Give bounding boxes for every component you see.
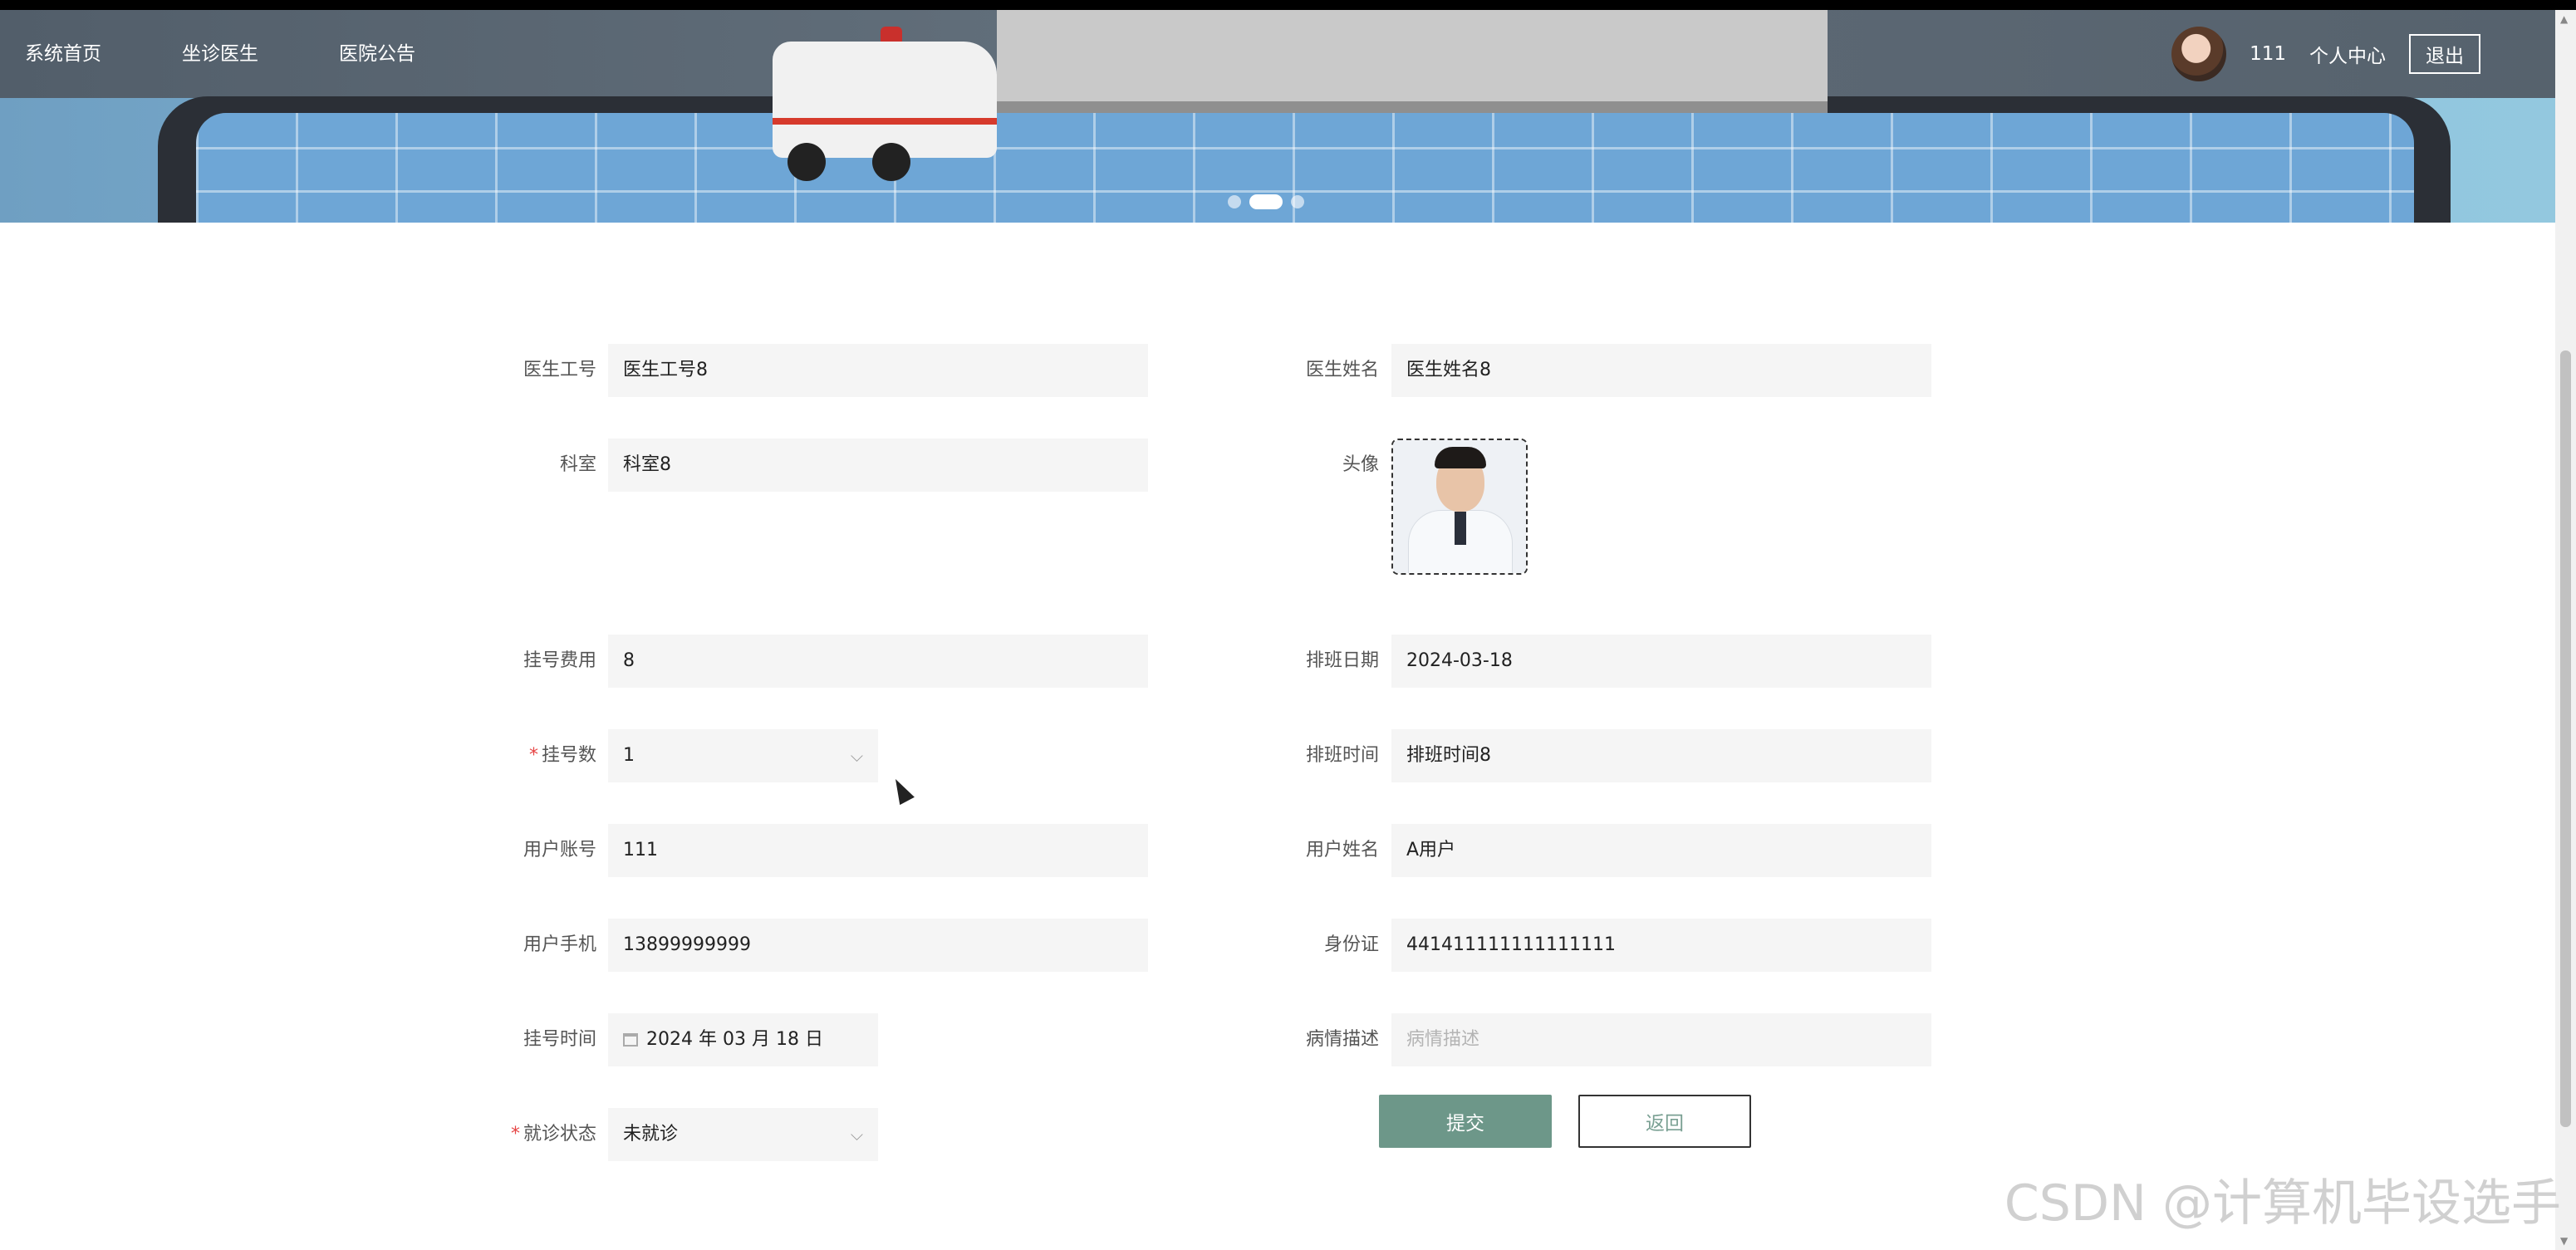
field-label: 科室 — [559, 454, 596, 475]
field-label: 病情描述 — [1305, 1029, 1379, 1050]
scroll-up-icon[interactable]: ▲ — [2560, 13, 2568, 25]
field-label: 医生姓名 — [1305, 360, 1379, 380]
required-mark: * — [528, 745, 538, 766]
field-label-required: * 挂号数 — [528, 745, 596, 766]
field-label: 身份证 — [1323, 934, 1379, 955]
field-label: 用户姓名 — [1305, 840, 1379, 860]
watermark: CSDN @计算机毕设选手 — [2004, 1174, 2561, 1233]
calendar-icon — [623, 1033, 638, 1047]
doctor-avatar-photo[interactable] — [1391, 439, 1528, 575]
registration-fee-field[interactable]: 8 — [608, 635, 1148, 688]
page-scrollbar[interactable]: ▲ ▼ — [2555, 10, 2576, 1250]
doctor-name-field[interactable]: 医生姓名8 — [1391, 344, 1931, 397]
scroll-down-icon[interactable]: ▼ — [2560, 1235, 2568, 1247]
field-label: 排班日期 — [1305, 650, 1379, 671]
field-label: 用户账号 — [523, 840, 596, 860]
user-name-field[interactable]: A用户 — [1391, 824, 1931, 877]
schedule-time-field[interactable]: 排班时间8 — [1391, 729, 1931, 782]
field-label: 挂号时间 — [523, 1029, 596, 1050]
field-label: 挂号费用 — [523, 650, 596, 671]
field-label: 医生工号 — [523, 360, 596, 380]
schedule-date-field[interactable]: 2024-03-18 — [1391, 635, 1931, 688]
field-label: 排班时间 — [1305, 745, 1379, 766]
id-card-field[interactable]: 441411111111111111 — [1391, 919, 1931, 972]
registration-form: 医生工号 医生工号8 医生姓名 医生姓名8 科室 科室8 头像 挂号费用 8 排… — [0, 0, 2555, 1250]
field-label: 头像 — [1342, 454, 1379, 475]
field-label-required: * 就诊状态 — [510, 1124, 596, 1145]
registration-time-picker[interactable]: 2024 年 03 月 18 日 — [608, 1013, 878, 1066]
chevron-down-icon: ⌵ — [850, 746, 863, 766]
chevron-down-icon: ⌵ — [850, 1125, 863, 1145]
user-account-field[interactable]: 111 — [608, 824, 1148, 877]
back-button[interactable]: 返回 — [1578, 1095, 1751, 1148]
submit-button[interactable]: 提交 — [1379, 1095, 1552, 1148]
condition-description-field[interactable]: 病情描述 — [1391, 1013, 1931, 1066]
user-phone-field[interactable]: 13899999999 — [608, 919, 1148, 972]
scrollbar-thumb[interactable] — [2560, 350, 2571, 1127]
visit-status-select[interactable]: 未就诊 ⌵ — [608, 1108, 878, 1161]
doctor-id-field[interactable]: 医生工号8 — [608, 344, 1148, 397]
required-mark: * — [510, 1124, 520, 1145]
department-field[interactable]: 科室8 — [608, 439, 1148, 492]
field-label: 用户手机 — [523, 934, 596, 955]
registration-count-select[interactable]: 1 ⌵ — [608, 729, 878, 782]
